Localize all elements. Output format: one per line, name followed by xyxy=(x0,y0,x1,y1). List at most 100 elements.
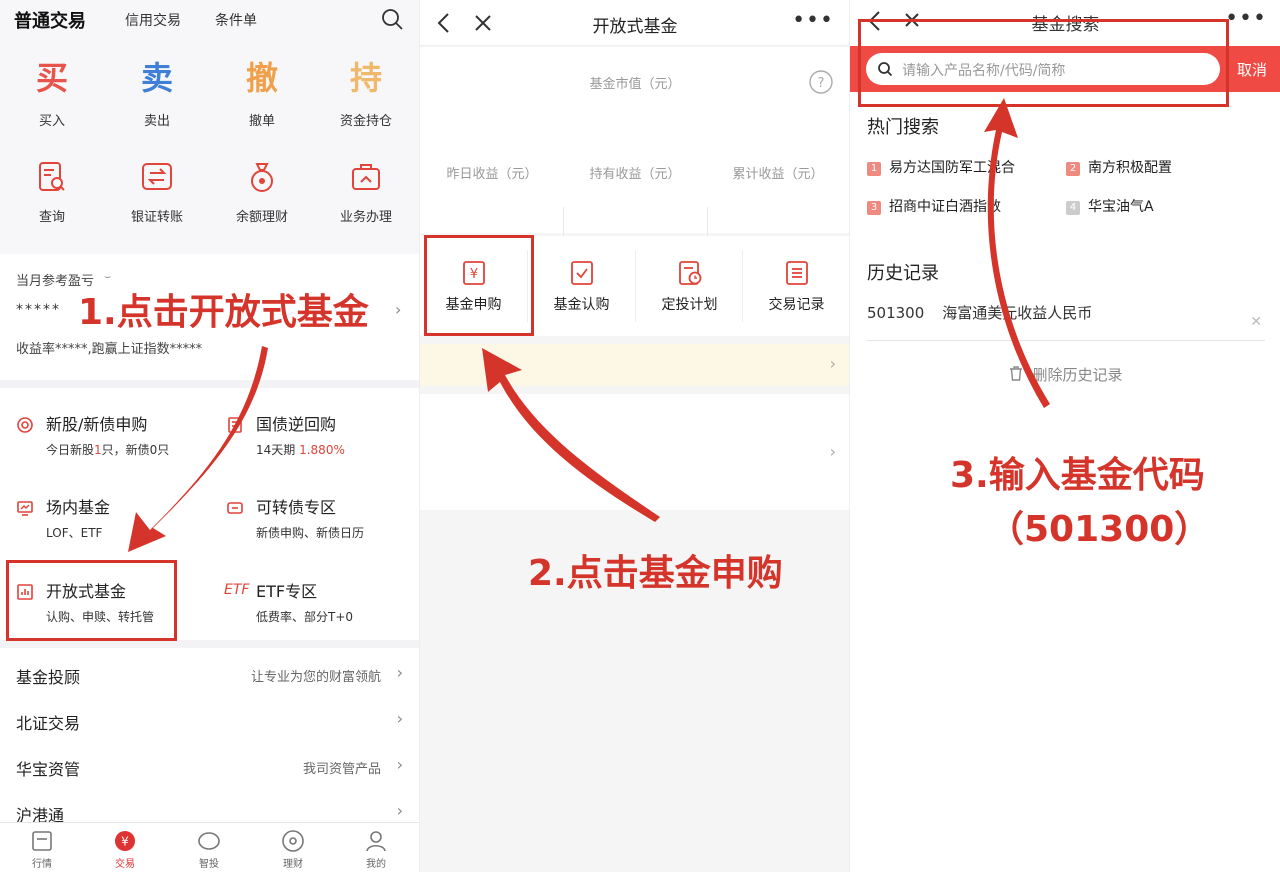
page-title: 开放式基金 xyxy=(592,17,678,37)
cancel-order-button[interactable]: 撤 撤单 xyxy=(222,56,302,129)
fund-subscribe-label: 基金认购 xyxy=(553,297,610,313)
reverse-repo-item[interactable]: 国债逆回购 14天期 1.880% xyxy=(228,411,345,458)
buy-label: 买入 xyxy=(38,114,65,129)
tab-wealth-label: 理财 xyxy=(283,859,303,870)
svg-text:?: ? xyxy=(818,76,825,91)
yuan-icon: ¥ xyxy=(115,831,135,851)
reverse-repo-subtitle: 14天期 1.880% xyxy=(256,443,345,457)
tab-normal-trade[interactable]: 普通交易 xyxy=(14,7,86,33)
ipo-subscription-item[interactable]: 新股/新债申购 今日新股1只，新债0只 xyxy=(17,411,170,458)
chevron-right-icon[interactable]: › xyxy=(395,300,401,319)
history-title: 历史记录 xyxy=(867,263,939,284)
chevron-right-icon: › xyxy=(396,755,403,774)
coin-icon xyxy=(282,830,304,852)
eye-closed-icon[interactable]: ⌣ xyxy=(104,270,111,284)
tab-mine-label: 我的 xyxy=(366,859,386,870)
asset-mgmt-desc: 我司资管产品 xyxy=(302,762,381,777)
chevron-right-icon: › xyxy=(829,354,836,373)
fund-list-entry[interactable]: › xyxy=(420,394,849,510)
hot-search-item[interactable]: 3 招商中证白酒指数 xyxy=(867,196,1001,216)
rank-badge: 1 xyxy=(867,162,881,176)
history-code: 501300 xyxy=(867,304,925,322)
tab-market[interactable]: 行情 xyxy=(12,823,72,870)
delete-history-button[interactable]: 删除历史记录 xyxy=(850,364,1280,385)
cancel-glyph-icon: 撤 xyxy=(245,59,278,97)
fund-advisor-row[interactable]: 基金投顾 让专业为您的财富领航 › xyxy=(0,652,419,698)
highlight-fund-purchase xyxy=(424,235,534,336)
query-label: 查询 xyxy=(38,210,65,225)
holdings-glyph-icon: 持 xyxy=(349,59,382,97)
search-doc-icon xyxy=(39,162,65,191)
bse-trade-row[interactable]: 北证交易 › xyxy=(0,698,419,744)
help-icon[interactable]: ? xyxy=(808,69,834,95)
bottom-tab-bar: 行情 ¥ 交易 智投 理财 我的 xyxy=(0,822,419,872)
convertible-bond-item[interactable]: 可转债专区 新债申购、新债日历 xyxy=(227,494,365,541)
money-bag-icon xyxy=(251,163,273,192)
more-icon[interactable]: ••• xyxy=(1225,6,1267,31)
cancel-button[interactable]: 取消 xyxy=(1237,59,1267,80)
exchange-fund-title: 场内基金 xyxy=(46,498,111,517)
fund-asset-card: 基金市值（元） ? 昨日收益（元） 持有收益（元） 累计收益（元） xyxy=(420,47,849,262)
remove-history-icon[interactable]: ✕ xyxy=(1250,314,1262,330)
holding-profit-label: 持有收益（元） xyxy=(589,167,681,182)
convertible-bond-title: 可转债专区 xyxy=(256,498,337,517)
tab-market-label: 行情 xyxy=(32,859,52,870)
trade-records-button[interactable]: 交易记录 xyxy=(743,236,849,336)
ipo-subtitle: 今日新股1只，新债0只 xyxy=(46,443,170,457)
etf-icon: ETF xyxy=(224,582,250,598)
more-icon[interactable]: ••• xyxy=(792,8,834,33)
step1-instruction: 1.点击开放式基金 xyxy=(78,292,369,333)
fund-subscribe-button[interactable]: 基金认购 xyxy=(528,236,635,336)
total-profit-label: 累计收益（元） xyxy=(732,167,824,182)
fund-market-value-label: 基金市值（元） xyxy=(589,77,681,92)
fund-advisor-title: 基金投顾 xyxy=(16,668,81,687)
trade-records-label: 交易记录 xyxy=(768,297,825,313)
business-label: 业务办理 xyxy=(339,210,392,225)
chevron-right-icon: › xyxy=(396,663,403,682)
tab-smart-invest[interactable]: 智投 xyxy=(179,823,239,870)
asset-mgmt-title: 华宝资管 xyxy=(16,760,81,779)
fund-search-panel: 基金搜索 ••• 请输入产品名称/代码/简称 取消 热门搜索 1 易方达国防军工混… xyxy=(849,0,1280,872)
buy-glyph-icon: 买 xyxy=(35,59,68,97)
search-icon[interactable] xyxy=(380,7,404,31)
holdings-button[interactable]: 持 资金持仓 xyxy=(326,56,406,129)
buy-button[interactable]: 买 买入 xyxy=(12,56,92,129)
sell-button[interactable]: 卖 卖出 xyxy=(117,56,197,129)
tab-conditional-order[interactable]: 条件单 xyxy=(215,10,257,30)
divider xyxy=(0,380,419,388)
sell-label: 卖出 xyxy=(143,114,170,129)
exchange-fund-item[interactable]: 场内基金 LOF、ETF xyxy=(17,494,111,541)
chart-icon xyxy=(32,831,52,851)
briefcase-icon xyxy=(352,164,380,190)
asset-mgmt-row[interactable]: 华宝资管 我司资管产品 › xyxy=(0,744,419,790)
step3-instruction-line2: （501300） xyxy=(988,509,1211,550)
business-button[interactable]: 业务办理 xyxy=(326,160,406,225)
balance-wealth-button[interactable]: 余额理财 xyxy=(222,160,302,225)
chevron-right-icon: › xyxy=(396,801,403,820)
etf-zone-item[interactable]: ETF ETF专区 低费率、部分T+0 xyxy=(224,578,353,625)
etf-zone-title: ETF专区 xyxy=(256,582,318,601)
monthly-profit-value: ***** xyxy=(16,302,61,318)
tab-wealth[interactable]: 理财 xyxy=(263,823,323,870)
auto-invest-button[interactable]: 定投计划 xyxy=(636,236,743,336)
auto-invest-label: 定投计划 xyxy=(661,297,718,313)
tab-mine[interactable]: 我的 xyxy=(346,823,406,870)
quick-actions: 买 买入 卖 卖出 撤 撤单 持 资金持仓 查询 银证转账 余额理财 业务办理 xyxy=(0,44,419,254)
exchange-fund-subtitle: LOF、ETF xyxy=(46,526,103,540)
hot-search-item[interactable]: 2 南方积极配置 xyxy=(1066,157,1172,177)
fund-advisor-desc: 让专业为您的财富领航 xyxy=(250,670,381,685)
tab-smart-invest-label: 智投 xyxy=(199,859,219,870)
hot-search-item[interactable]: 1 易方达国防军工混合 xyxy=(867,157,1015,177)
bank-transfer-button[interactable]: 银证转账 xyxy=(117,160,197,225)
tab-credit-trade[interactable]: 信用交易 xyxy=(125,10,181,30)
tab-trade[interactable]: ¥ 交易 xyxy=(95,823,155,870)
rank-badge: 3 xyxy=(867,201,881,215)
history-item[interactable]: 501300 海富通美元收益人民币 xyxy=(867,302,1092,323)
notice-banner[interactable]: › xyxy=(420,344,849,386)
transfer-icon xyxy=(142,163,172,190)
convertible-bond-subtitle: 新债申购、新债日历 xyxy=(256,526,365,540)
query-button[interactable]: 查询 xyxy=(12,160,92,225)
reverse-repo-title: 国债逆回购 xyxy=(256,415,337,434)
hot-search-item[interactable]: 4 华宝油气A xyxy=(1066,196,1154,216)
bank-transfer-label: 银证转账 xyxy=(130,210,183,225)
